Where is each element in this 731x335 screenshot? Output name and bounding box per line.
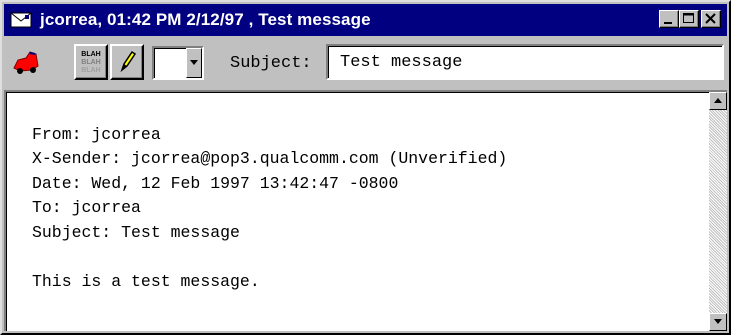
title-bar[interactable]: jcorrea, 01:42 PM 2/12/97 , Test message — [4, 4, 727, 36]
minimize-icon — [664, 22, 672, 24]
edit-button[interactable] — [110, 44, 144, 80]
maximize-icon — [683, 13, 694, 23]
minimize-button[interactable] — [659, 10, 679, 28]
envelope-icon — [10, 11, 32, 29]
body-line: This is a test message. — [32, 271, 260, 291]
svg-text:BLAH: BLAH — [81, 59, 100, 66]
chevron-down-icon — [190, 60, 198, 65]
arrow-up-icon — [714, 98, 722, 103]
dropdown-button[interactable] — [186, 48, 202, 78]
header-to: To: jcorrea — [32, 198, 141, 217]
arrow-down-icon — [714, 319, 722, 324]
subject-field[interactable]: Test message — [326, 44, 724, 80]
priority-button[interactable] — [10, 44, 44, 80]
scroll-down-button[interactable] — [709, 313, 727, 331]
svg-text:BLAH: BLAH — [81, 51, 100, 58]
header-date: Date: Wed, 12 Feb 1997 13:42:47 -0800 — [32, 173, 399, 193]
window-controls — [659, 10, 721, 28]
blah-blah-icon: BLAH BLAH BLAH — [81, 51, 100, 74]
blah-button[interactable]: BLAH BLAH BLAH — [74, 44, 108, 80]
header-from: From: jcorrea — [32, 124, 161, 144]
window-title: jcorrea, 01:42 PM 2/12/97 , Test message — [40, 10, 371, 29]
message-body[interactable]: From: jcorrea X-Sender: jcorrea@pop3.qua… — [4, 90, 727, 331]
subject-label: Subject: — [230, 54, 312, 73]
scroll-up-button[interactable] — [709, 92, 727, 110]
pencil-edit-icon — [120, 50, 137, 73]
vertical-scrollbar[interactable] — [709, 92, 727, 331]
message-window: jcorrea, 01:42 PM 2/12/97 , Test message — [0, 0, 731, 335]
priority-car-icon — [13, 51, 39, 74]
close-icon — [705, 13, 716, 24]
maximize-button[interactable] — [679, 10, 699, 28]
toolbar: BLAH BLAH BLAH Subject: Test message — [4, 38, 727, 88]
close-button[interactable] — [701, 10, 721, 28]
svg-text:BLAH: BLAH — [81, 67, 100, 74]
header-x-sender: X-Sender: jcorrea@pop3.qualcomm.com (Unv… — [32, 149, 508, 168]
header-subject: Subject: Test message — [32, 222, 240, 242]
message-text[interactable]: From: jcorrea X-Sender: jcorrea@pop3.qua… — [32, 98, 697, 294]
label-dropdown[interactable] — [152, 46, 204, 80]
